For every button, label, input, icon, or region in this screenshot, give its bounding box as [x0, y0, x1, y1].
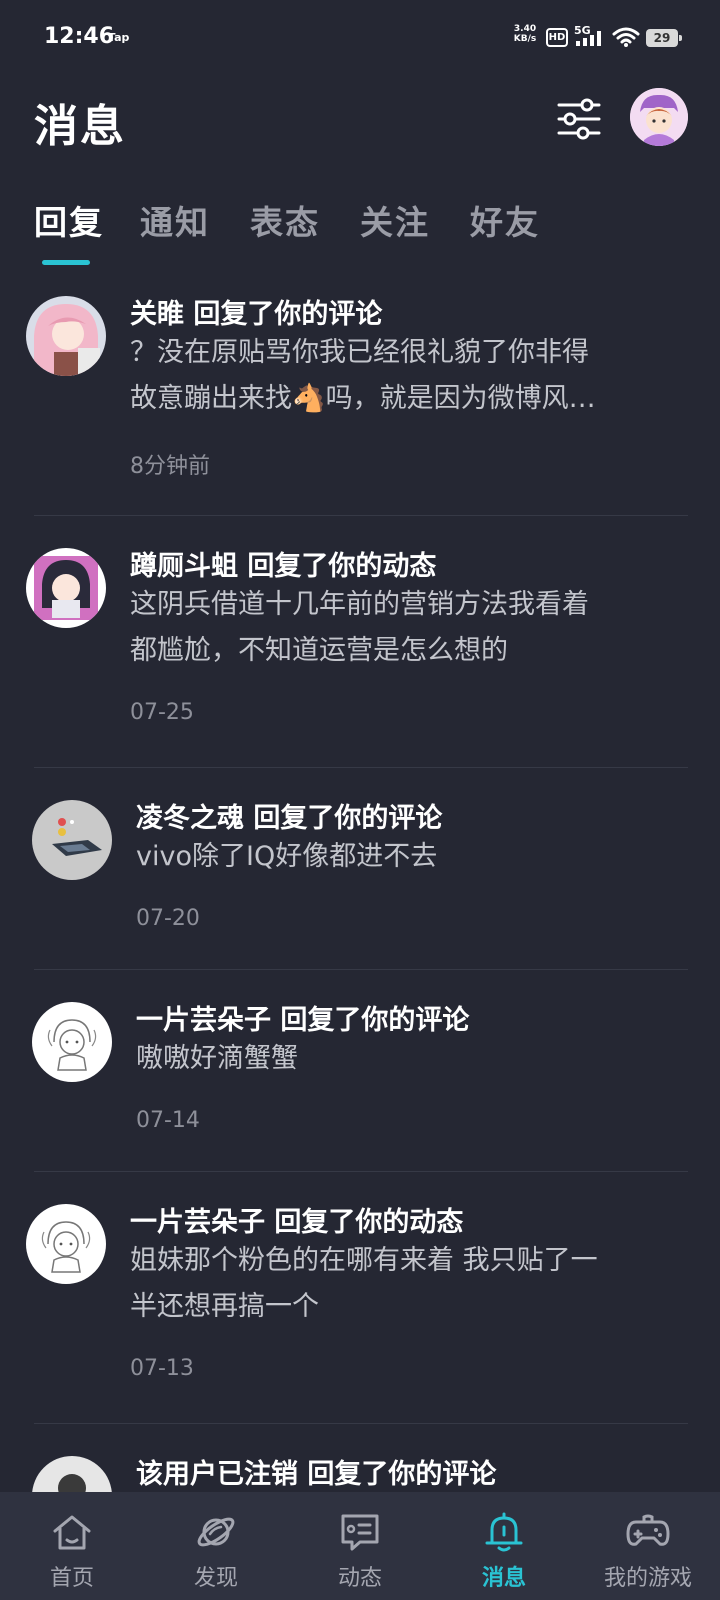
tab-friends[interactable]: 好友: [470, 196, 540, 244]
status-time: 12:46: [44, 24, 115, 49]
message-time: 8分钟前: [130, 454, 210, 479]
network-speed-value: 3.40: [513, 24, 537, 34]
message-time: 07-13: [130, 1356, 194, 1381]
message-header: 蹲厕斗蛆 回复了你的动态: [130, 544, 436, 583]
nav-messages-label: 消息: [481, 1566, 526, 1591]
message-username[interactable]: 一片芸朵子: [136, 1005, 271, 1036]
network-speed: 3.40 KB/s: [512, 24, 538, 44]
message-header: 一片芸朵子 回复了你的评论: [136, 998, 469, 1037]
message-username[interactable]: 该用户已注销: [136, 1459, 298, 1490]
message-action: 回复了你的动态: [274, 1207, 464, 1238]
battery-indicator: 29: [646, 29, 682, 47]
nav-messages[interactable]: 消息: [432, 1492, 576, 1600]
message-line: vivo除了IQ好像都进不去: [136, 841, 438, 872]
list-item[interactable]: 该用户已注销 回复了你的评论: [0, 1442, 720, 1492]
user-avatar[interactable]: [630, 88, 688, 146]
nav-my-games[interactable]: 我的游戏: [576, 1492, 720, 1600]
gamepad-icon: [626, 1514, 670, 1546]
app-screen: 12:46 Tap 3.40 KB/s HD 5G 29 消息 回复 通知 表态…: [0, 0, 720, 1600]
message-username[interactable]: 关睢: [130, 299, 184, 330]
home-icon: [53, 1515, 91, 1550]
message-content: ？没在原贴骂你我已经很礼貌了你非得 故意蹦出来找🐴吗，就是因为微博风…: [130, 330, 670, 422]
avatar[interactable]: [32, 800, 112, 880]
hd-badge: HD: [546, 28, 568, 47]
message-header: 凌冬之魂 回复了你的评论: [136, 796, 442, 835]
avatar[interactable]: [32, 1002, 112, 1082]
tab-notification[interactable]: 通知: [140, 196, 210, 244]
message-line: 姐妹那个粉色的在哪有来着 我只贴了一: [130, 1245, 598, 1276]
message-line: 故意蹦出来找🐴吗，就是因为微博风…: [130, 383, 596, 414]
message-time: 07-20: [136, 906, 200, 931]
nav-feed-label: 动态: [337, 1566, 382, 1591]
tab-reply[interactable]: 回复: [34, 196, 104, 244]
message-action: 回复了你的评论: [253, 803, 443, 834]
status-tap-label: Tap: [108, 31, 130, 44]
message-line: 半还想再搞一个: [130, 1291, 319, 1322]
nav-discover-label: 发现: [193, 1566, 238, 1591]
message-line: 嗷嗷好滴蟹蟹: [136, 1043, 298, 1074]
wifi-icon: [612, 26, 640, 52]
tab-reaction[interactable]: 表态: [250, 196, 320, 244]
sliders-icon: [557, 98, 601, 140]
tab-follow[interactable]: 关注: [360, 196, 430, 244]
avatar[interactable]: [26, 1204, 106, 1284]
nav-home[interactable]: 首页: [0, 1492, 144, 1600]
message-username[interactable]: 一片芸朵子: [130, 1207, 265, 1238]
message-username[interactable]: 凌冬之魂: [136, 803, 244, 834]
status-bar: 12:46 Tap 3.40 KB/s HD 5G 29: [0, 0, 720, 76]
filter-button[interactable]: [556, 96, 602, 142]
divider: [34, 1171, 688, 1172]
message-content: 嗷嗷好滴蟹蟹: [136, 1036, 676, 1082]
message-line: ？没在原贴骂你我已经很礼貌了你非得: [130, 337, 589, 368]
divider: [34, 969, 688, 970]
message-action: 回复了你的评论: [307, 1459, 497, 1490]
divider: [34, 515, 688, 516]
message-content: 这阴兵借道十几年前的营销方法我看着 都尴尬，不知道运营是怎么想的: [130, 582, 670, 674]
network-speed-unit: KB/s: [513, 34, 537, 44]
list-item[interactable]: 一片芸朵子 回复了你的动态 姐妹那个粉色的在哪有来着 我只贴了一 半还想再搞一个…: [0, 1190, 720, 1418]
list-item[interactable]: 凌冬之魂 回复了你的评论 vivo除了IQ好像都进不去 07-20: [0, 786, 720, 970]
message-header: 该用户已注销 回复了你的评论: [136, 1452, 496, 1491]
message-header: 一片芸朵子 回复了你的动态: [130, 1200, 463, 1239]
signal-icon: 5G: [574, 24, 608, 52]
message-action: 回复了你的动态: [247, 551, 437, 582]
list-item[interactable]: 关睢 回复了你的评论 ？没在原贴骂你我已经很礼貌了你非得 故意蹦出来找🐴吗，就是…: [0, 282, 720, 510]
avatar[interactable]: [26, 548, 106, 628]
message-time: 07-25: [130, 700, 194, 725]
message-action: 回复了你的评论: [193, 299, 383, 330]
bottom-navigation: 首页 发现 动态 消息 我的游戏: [0, 1492, 720, 1600]
divider: [34, 1423, 688, 1424]
signal-label: 5G: [574, 24, 591, 37]
message-action: 回复了你的评论: [280, 1005, 470, 1036]
nav-my-games-label: 我的游戏: [603, 1566, 692, 1591]
nav-discover[interactable]: 发现: [144, 1492, 288, 1600]
divider: [34, 767, 688, 768]
list-item[interactable]: 蹲厕斗蛆 回复了你的动态 这阴兵借道十几年前的营销方法我看着 都尴尬，不知道运营…: [0, 534, 720, 762]
message-content: 姐妹那个粉色的在哪有来着 我只贴了一 半还想再搞一个: [130, 1238, 670, 1330]
message-tabs: 回复 通知 表态 关注 好友: [0, 196, 720, 266]
message-header: 关睢 回复了你的评论: [130, 292, 382, 331]
page-title: 消息: [34, 101, 126, 152]
avatar[interactable]: [32, 1456, 112, 1492]
list-item[interactable]: 一片芸朵子 回复了你的评论 嗷嗷好滴蟹蟹 07-14: [0, 988, 720, 1172]
bell-icon: [485, 1512, 523, 1552]
avatar[interactable]: [26, 296, 106, 376]
message-content: vivo除了IQ好像都进不去: [136, 834, 676, 880]
active-tab-indicator: [42, 260, 90, 265]
nav-home-label: 首页: [49, 1566, 94, 1591]
planet-icon: [197, 1517, 235, 1547]
message-username[interactable]: 蹲厕斗蛆: [130, 551, 238, 582]
nav-feed[interactable]: 动态: [288, 1492, 432, 1600]
message-line: 这阴兵借道十几年前的营销方法我看着: [130, 589, 589, 620]
chat-icon: [341, 1514, 379, 1551]
message-line: 都尴尬，不知道运营是怎么想的: [130, 635, 508, 666]
message-time: 07-14: [136, 1108, 200, 1133]
